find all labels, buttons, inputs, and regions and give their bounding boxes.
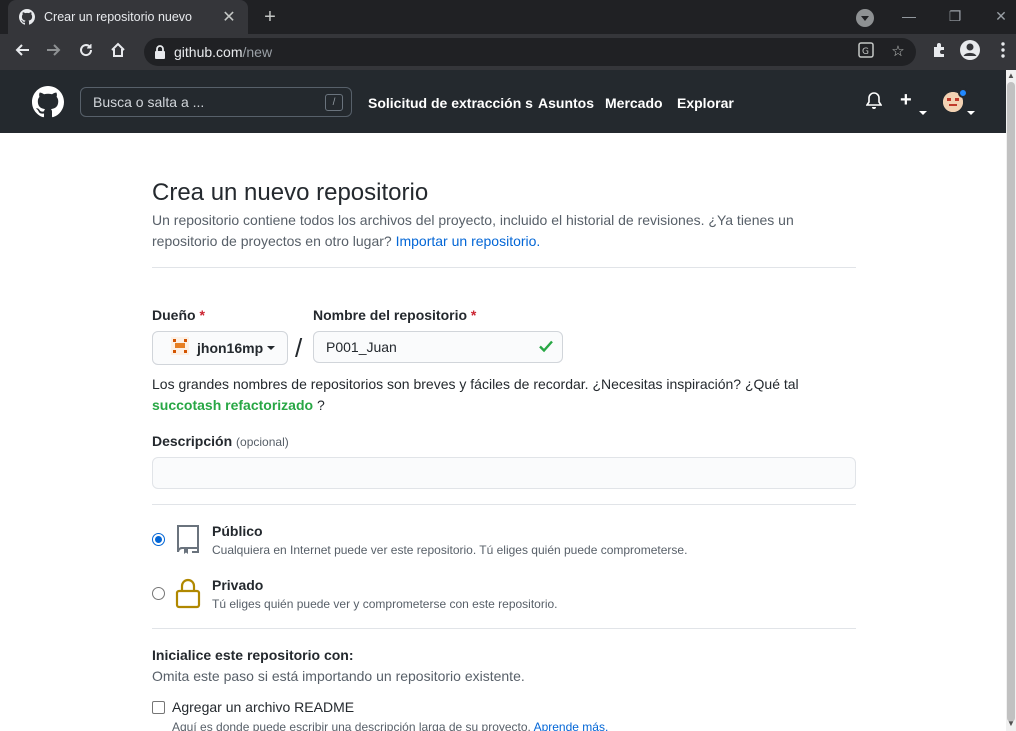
notification-dot xyxy=(958,88,968,98)
browser-tab[interactable]: Crear un repositorio nuevo ✕ xyxy=(8,0,248,34)
forward-arrow-icon[interactable] xyxy=(41,39,67,65)
owner-label-text: Dueño xyxy=(152,307,196,323)
browser-tabstrip: Crear un repositorio nuevo ✕ + — ❐ ✕ xyxy=(0,0,1016,34)
browser-toolbar: github.com/new G ☆ xyxy=(0,34,1016,70)
divider xyxy=(152,504,856,505)
visibility-public-option[interactable]: Público Cualquiera en Internet puede ver… xyxy=(152,523,856,567)
nav-marketplace[interactable]: Mercado xyxy=(605,95,663,111)
scroll-down-icon[interactable]: ▼ xyxy=(1007,720,1015,728)
divider xyxy=(152,628,856,629)
notifications-bell-icon[interactable] xyxy=(865,92,883,115)
readme-label: Agregar un archivo README xyxy=(172,699,355,715)
visibility-private-option[interactable]: Privado Tú eliges quién puede ver y comp… xyxy=(152,577,856,621)
optional-tag: (opcional) xyxy=(236,435,289,449)
public-description: Cualquiera en Internet puede ver este re… xyxy=(212,543,688,557)
readme-option[interactable]: Agregar un archivo README xyxy=(152,699,354,715)
create-new-plus-icon[interactable]: + xyxy=(900,89,912,112)
readme-checkbox[interactable] xyxy=(152,700,165,714)
tab-close-icon[interactable]: ✕ xyxy=(220,7,238,27)
create-dropdown-caret-icon[interactable] xyxy=(919,102,927,120)
bookmark-star-icon[interactable]: ☆ xyxy=(888,42,908,62)
nav-pull-requests[interactable]: Solicitud de extracción s xyxy=(368,95,533,111)
github-logo-icon[interactable] xyxy=(32,86,64,118)
svg-text:G: G xyxy=(862,47,869,57)
minimize-button[interactable]: — xyxy=(898,6,920,26)
repo-name-label-text: Nombre del repositorio xyxy=(313,307,468,323)
repo-name-input[interactable] xyxy=(326,339,526,355)
name-suggestion-link[interactable]: succotash refactorizado xyxy=(152,397,313,413)
url-domain: github.com xyxy=(174,44,243,60)
hint-end: ? xyxy=(316,397,325,413)
nav-explore[interactable]: Explorar xyxy=(677,95,734,111)
url-text: github.com/new xyxy=(174,44,272,60)
owner-caret-icon xyxy=(267,346,276,350)
init-title: Inicialice este repositorio con: xyxy=(152,647,354,663)
required-mark: * xyxy=(470,307,477,323)
scroll-up-icon[interactable]: ▲ xyxy=(1007,72,1015,80)
divider xyxy=(152,267,856,268)
private-radio[interactable] xyxy=(152,587,165,600)
restore-button[interactable]: ❐ xyxy=(944,6,966,26)
lock-icon xyxy=(154,45,166,59)
description-label: Descripción (opcional) xyxy=(152,433,289,449)
close-window-button[interactable]: ✕ xyxy=(990,6,1012,26)
github-header: / Solicitud de extracción s Asuntos Merc… xyxy=(0,70,1006,133)
tab-title: Crear un repositorio nuevo xyxy=(44,10,192,24)
required-mark: * xyxy=(199,307,205,323)
tab-search-icon[interactable] xyxy=(856,9,874,27)
owner-repo-separator: / xyxy=(295,333,303,363)
import-repository-link[interactable]: Importar un repositorio. xyxy=(396,233,541,249)
repo-book-icon xyxy=(174,523,202,555)
github-favicon-icon xyxy=(18,8,36,26)
readme-desc-text: Aquí es donde puede escribir una descrip… xyxy=(172,720,531,731)
private-description: Tú eliges quién puede ver y comprometers… xyxy=(212,597,558,611)
home-icon[interactable] xyxy=(105,39,131,65)
owner-avatar xyxy=(171,336,189,360)
public-radio[interactable] xyxy=(152,533,165,546)
description-input[interactable] xyxy=(163,465,843,481)
page-title: Crea un nuevo repositorio xyxy=(152,179,429,206)
search-input[interactable] xyxy=(93,94,313,110)
private-title: Privado xyxy=(212,577,264,593)
profile-icon[interactable] xyxy=(957,39,983,65)
init-subtitle: Omita este paso si está importando un re… xyxy=(152,668,525,684)
hint-text: Los grandes nombres de repositorios son … xyxy=(152,376,799,392)
repo-name-hint: Los grandes nombres de repositorios son … xyxy=(152,374,856,416)
page-subtitle: Un repositorio contiene todos los archiv… xyxy=(152,210,856,252)
owner-name: jhon16mp xyxy=(197,340,264,356)
page-scrollbar[interactable]: ▲ ▼ xyxy=(1006,70,1016,731)
translate-icon[interactable]: G xyxy=(856,42,876,62)
back-arrow-icon[interactable] xyxy=(9,39,35,65)
readme-description: Aquí es donde puede escribir una descrip… xyxy=(172,720,608,731)
description-field[interactable] xyxy=(152,457,856,489)
learn-more-link[interactable]: Aprende más. xyxy=(534,720,609,731)
reload-icon[interactable] xyxy=(73,39,99,65)
url-path: /new xyxy=(242,44,273,60)
owner-label: Dueño * xyxy=(152,307,205,323)
nav-issues[interactable]: Asuntos xyxy=(538,95,594,111)
new-tab-button[interactable]: + xyxy=(258,5,282,29)
owner-select-button[interactable]: jhon16mp xyxy=(152,331,288,365)
repo-name-field[interactable] xyxy=(313,331,563,363)
address-bar[interactable]: github.com/new G ☆ xyxy=(144,38,916,66)
search-box[interactable]: / xyxy=(80,87,352,117)
scroll-thumb[interactable] xyxy=(1007,82,1015,722)
description-label-text: Descripción xyxy=(152,433,233,449)
search-shortcut-key: / xyxy=(325,94,343,111)
avatar-dropdown-caret-icon[interactable] xyxy=(967,102,975,120)
public-title: Público xyxy=(212,523,263,539)
lock-icon xyxy=(174,577,202,609)
extensions-icon[interactable] xyxy=(926,39,952,65)
browser-menu-icon[interactable] xyxy=(990,39,1016,65)
repo-name-label: Nombre del repositorio * xyxy=(313,307,476,323)
valid-check-icon xyxy=(538,338,554,359)
